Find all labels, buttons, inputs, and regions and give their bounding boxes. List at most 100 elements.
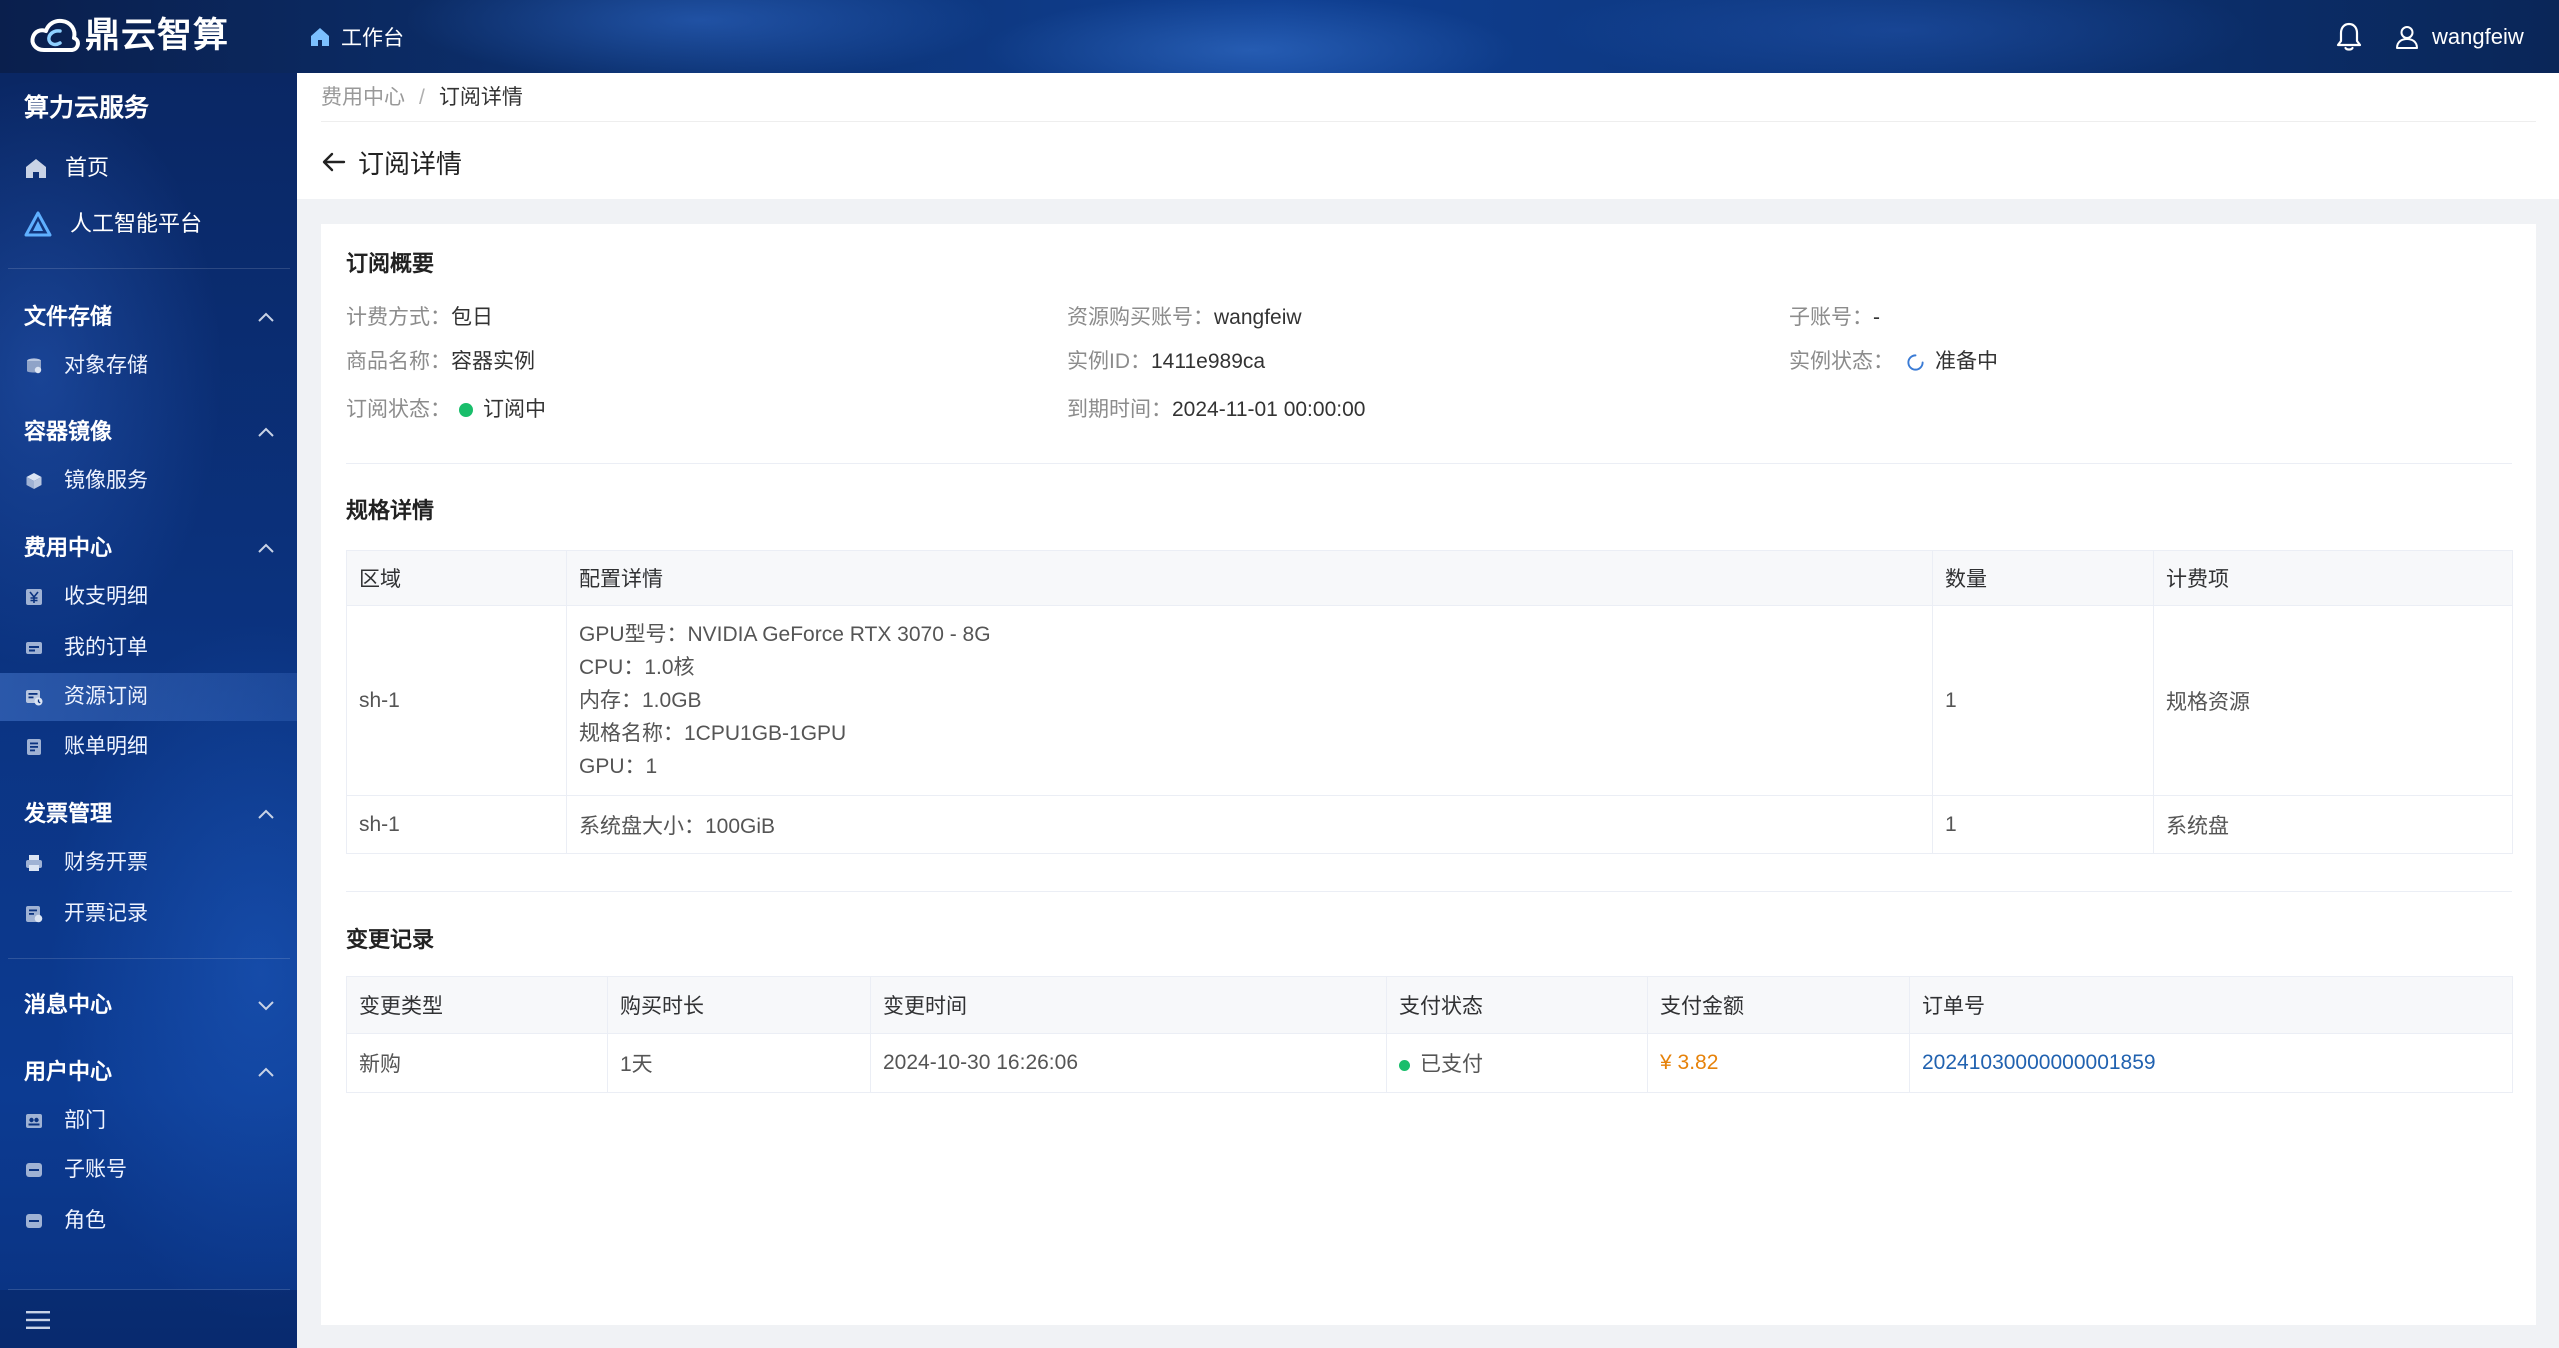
subscription-icon	[26, 690, 43, 706]
sidebar-item-image-service[interactable]: 镜像服务	[0, 457, 297, 505]
table-row: sh-1 系统盘大小：100GiB 1 系统盘	[346, 795, 2513, 854]
breadcrumb-divider	[321, 121, 2536, 122]
sidebar-item-bill-details[interactable]: 账单明细	[0, 723, 297, 771]
cell-amount: ¥ 3.82	[1647, 1033, 1910, 1093]
cell-region: sh-1	[346, 795, 567, 854]
field-value: 订阅中	[483, 398, 546, 421]
sidebar-item-invoice-records[interactable]: 开票记录	[0, 890, 297, 938]
section-divider	[346, 463, 2512, 464]
cloud-logo-icon	[30, 18, 80, 52]
top-navigation-bar: 鼎云智算 工作台 wangfeiw	[0, 0, 2559, 73]
status-dot-icon	[1399, 1059, 1410, 1071]
field-value: 包日	[451, 306, 493, 329]
workbench-link[interactable]: 工作台	[308, 18, 404, 56]
sidebar-item-label: 我的订单	[64, 636, 148, 659]
config-line: 规格名称：1CPU1GB-1GPU	[579, 722, 847, 745]
field-value: 准备中	[1935, 350, 1998, 373]
sidebar-item-sub-accounts[interactable]: 子账号	[0, 1146, 297, 1194]
chevron-up-icon	[258, 543, 274, 553]
sidebar-group-title: 费用中心	[24, 535, 113, 560]
subscription-detail-card: 订阅概要 计费方式： 包日 资源购买账号： wangfeiw 子账号： - 商品名称：…	[321, 224, 2536, 1325]
field-label: 到期时间：	[1067, 398, 1172, 421]
order-number-link[interactable]: 20241030000000001859	[1922, 1051, 2156, 1074]
config-line: GPU：1	[579, 755, 658, 778]
chevron-up-icon	[258, 809, 274, 819]
sidebar-group-user-center[interactable]: 用户中心	[0, 1050, 297, 1094]
section-divider	[346, 891, 2512, 892]
sidebar-item-my-orders[interactable]: 我的订单	[0, 624, 297, 672]
sidebar-group-title: 消息中心	[24, 992, 113, 1017]
sidebar-group-title: 文件存储	[24, 304, 113, 329]
sidebar-item-resource-subscription[interactable]: 资源订阅	[0, 673, 297, 721]
order-icon	[26, 642, 42, 654]
chevron-up-icon	[258, 312, 274, 322]
sidebar-item-label: 财务开票	[64, 851, 148, 874]
column-header-pay-status: 支付状态	[1386, 976, 1648, 1034]
cell-change-type: 新购	[346, 1033, 608, 1093]
sidebar-item-label: 资源订阅	[64, 685, 148, 708]
sidebar-group-container-image[interactable]: 容器镜像	[0, 410, 297, 454]
table-row: sh-1 GPU型号：NVIDIA GeForce RTX 3070 - 8G …	[346, 605, 2513, 796]
overview-field-instance-id: 实例ID： 1411e989ca	[1067, 347, 1265, 377]
sidebar-divider	[8, 958, 290, 959]
user-menu[interactable]: wangfeiw	[2394, 18, 2524, 56]
column-header-amount: 支付金额	[1647, 976, 1910, 1034]
column-header-billing-item: 计费项	[2153, 550, 2513, 606]
breadcrumb: 费用中心 / 订阅详情	[321, 81, 523, 115]
yen-icon	[26, 589, 42, 605]
sidebar-item-label: 开票记录	[64, 902, 148, 925]
arrow-left-icon[interactable]	[321, 149, 347, 175]
cell-config: 系统盘大小：100GiB	[566, 795, 1933, 854]
sidebar-item-income-expense-details[interactable]: 收支明细	[0, 573, 297, 621]
page-header: 费用中心 / 订阅详情 订阅详情	[297, 73, 2559, 199]
status-dot-icon	[459, 403, 473, 417]
column-header-region: 区域	[346, 550, 567, 606]
field-value: 1411e989ca	[1151, 350, 1266, 373]
sidebar-group-message-center[interactable]: 消息中心	[0, 983, 297, 1027]
config-line: CPU：1.0核	[579, 656, 695, 679]
cell-billing-item: 规格资源	[2153, 605, 2513, 796]
field-label: 实例状态：	[1789, 350, 1894, 373]
username: wangfeiw	[2432, 24, 2524, 49]
cell-order-no: 20241030000000001859	[1909, 1033, 2513, 1093]
sidebar-item-invoicing[interactable]: 财务开票	[0, 839, 297, 887]
loading-spinner-icon	[1907, 353, 1924, 371]
page-title: 订阅详情	[321, 143, 462, 181]
logo-text: 鼎云智算	[85, 16, 230, 55]
sidebar-item-home[interactable]: 首页	[0, 144, 297, 192]
department-icon	[26, 1114, 42, 1128]
spec-title: 规格详情	[346, 498, 435, 523]
chevron-up-icon	[258, 1067, 274, 1077]
chevron-up-icon	[258, 427, 274, 437]
sidebar-item-label: 角色	[64, 1209, 106, 1232]
field-value: wangfeiw	[1214, 306, 1302, 329]
field-label: 实例ID：	[1067, 350, 1151, 373]
hamburger-menu-icon[interactable]	[25, 1309, 51, 1331]
sidebar-group-file-storage[interactable]: 文件存储	[0, 295, 297, 339]
object-storage-icon	[27, 358, 42, 374]
sidebar-group-billing-center[interactable]: 费用中心	[0, 526, 297, 570]
field-value: -	[1873, 306, 1880, 329]
column-header-change-type: 变更类型	[346, 976, 608, 1034]
bell-icon[interactable]	[2335, 20, 2363, 52]
change-records-table: 变更类型 购买时长 变更时间 支付状态 支付金额 订单号 新购 1天 2024-…	[346, 976, 2513, 1093]
table-header-row: 区域 配置详情 数量 计费项	[346, 550, 2513, 606]
overview-title: 订阅概要	[346, 251, 435, 276]
overview-field-product-name: 商品名称： 容器实例	[346, 347, 535, 377]
sidebar-item-ai-platform[interactable]: 人工智能平台	[0, 200, 297, 248]
sidebar-group-invoice-management[interactable]: 发票管理	[0, 792, 297, 836]
invoice-record-icon	[26, 906, 43, 923]
sidebar-group-title: 用户中心	[24, 1059, 113, 1084]
field-label: 计费方式：	[346, 306, 451, 329]
cell-quantity: 1	[1932, 605, 2154, 796]
cell-region: sh-1	[346, 605, 567, 796]
sidebar-item-roles[interactable]: 角色	[0, 1197, 297, 1245]
sidebar-item-departments[interactable]: 部门	[0, 1097, 297, 1145]
breadcrumb-parent-link[interactable]: 费用中心	[321, 86, 405, 109]
field-label: 子账号：	[1789, 306, 1873, 329]
field-label: 资源购买账号：	[1067, 306, 1214, 329]
sidebar-item-object-storage[interactable]: 对象存储	[0, 342, 297, 390]
sidebar-group-title: 容器镜像	[24, 419, 113, 444]
breadcrumb-current: 订阅详情	[438, 86, 523, 109]
sidebar-footer	[0, 1290, 297, 1348]
